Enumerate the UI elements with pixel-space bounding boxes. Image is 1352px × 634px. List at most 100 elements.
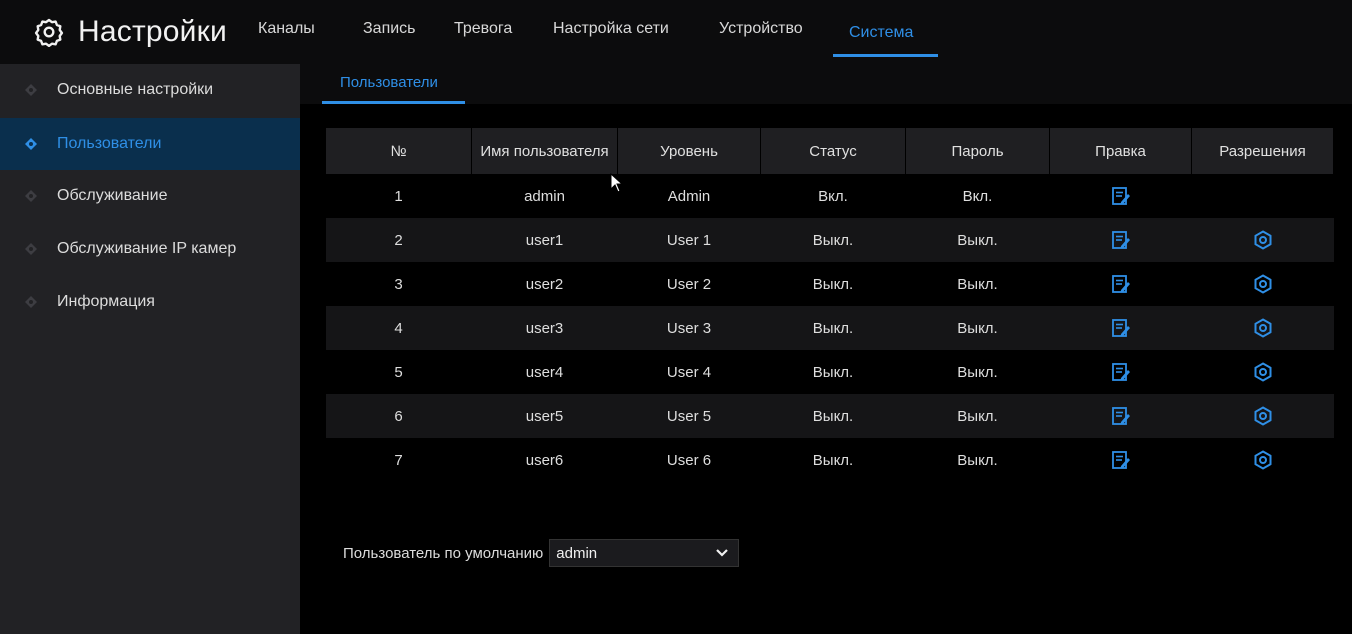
cell-edit [1049, 438, 1192, 482]
cell-permissions [1191, 174, 1334, 218]
permissions-gear-icon[interactable] [1253, 450, 1273, 470]
column-header: Статус [760, 128, 906, 174]
cell-username: user1 [471, 218, 618, 262]
table-row: 4 user3 User 3 Выкл. Выкл. [325, 306, 1334, 350]
cell-username: admin [471, 174, 618, 218]
mouse-pointer-icon [610, 173, 624, 193]
cell-edit [1049, 174, 1192, 218]
cell-level: User 1 [617, 218, 761, 262]
sidebar-item-label: Информация [57, 293, 155, 310]
permissions-gear-icon[interactable] [1253, 274, 1273, 294]
table-row: 7 user6 User 6 Выкл. Выкл. [325, 438, 1334, 482]
table-header-row: № Имя пользователя Уровень Статус Пароль… [325, 128, 1334, 174]
cell-username: user4 [471, 350, 618, 394]
cell-level: User 4 [617, 350, 761, 394]
edit-icon[interactable] [1111, 450, 1131, 470]
table-row: 6 user5 User 5 Выкл. Выкл. [325, 394, 1334, 438]
cell-permissions [1191, 306, 1334, 350]
cell-username: user5 [471, 394, 618, 438]
permissions-gear-icon[interactable] [1253, 362, 1273, 382]
edit-icon[interactable] [1111, 362, 1131, 382]
active-tab-underline [833, 54, 938, 57]
tab-alarm[interactable]: Тревога [454, 20, 512, 38]
sidebar: Основные настройки Пользователи Обслужив… [0, 64, 300, 634]
top-bar: Настройки Каналы Запись Тревога Настройк… [0, 0, 1352, 64]
cell-username: user6 [471, 438, 618, 482]
tab-device[interactable]: Устройство [719, 20, 803, 38]
sidebar-item-label: Основные настройки [57, 81, 214, 98]
cell-edit [1049, 218, 1192, 262]
edit-icon[interactable] [1111, 230, 1131, 250]
default-user-row: Пользователь по умолчанию admin [343, 539, 740, 567]
cell-permissions [1191, 394, 1334, 438]
cell-password: Выкл. [905, 438, 1050, 482]
cell-permissions [1191, 262, 1334, 306]
sidebar-item-label: Обслуживание IP камер [57, 240, 237, 257]
cell-edit [1049, 262, 1192, 306]
diamond-icon [25, 84, 37, 96]
cell-status: Выкл. [760, 438, 906, 482]
cell-username: user2 [471, 262, 618, 306]
default-user-value: admin [556, 544, 598, 562]
edit-icon[interactable] [1111, 318, 1131, 338]
cell-permissions [1191, 438, 1334, 482]
tab-record[interactable]: Запись [363, 20, 416, 38]
cell-level: Admin [617, 174, 761, 218]
cell-status: Выкл. [760, 350, 906, 394]
cell-password: Выкл. [905, 394, 1050, 438]
cell-number: 5 [325, 350, 472, 394]
cell-status: Вкл. [760, 174, 906, 218]
sidebar-item-users[interactable]: Пользователи [0, 118, 300, 170]
sidebar-item-label: Обслуживание [57, 187, 168, 204]
permissions-gear-icon[interactable] [1253, 230, 1273, 250]
cell-permissions [1191, 218, 1334, 262]
cell-level: User 3 [617, 306, 761, 350]
cell-permissions [1191, 350, 1334, 394]
sidebar-item-information[interactable]: Информация [0, 276, 300, 328]
subtab-users[interactable]: Пользователи [340, 74, 438, 91]
tab-network[interactable]: Настройка сети [553, 20, 669, 38]
sidebar-item-ip-camera-maintenance[interactable]: Обслуживание IP камер [0, 223, 300, 275]
cell-password: Выкл. [905, 262, 1050, 306]
cell-number: 7 [325, 438, 472, 482]
sidebar-item-maintenance[interactable]: Обслуживание [0, 170, 300, 222]
cell-password: Выкл. [905, 350, 1050, 394]
cell-password: Выкл. [905, 306, 1050, 350]
default-user-select[interactable]: admin [549, 539, 740, 567]
cell-username: user3 [471, 306, 618, 350]
gear-icon [34, 18, 64, 47]
cell-status: Выкл. [760, 306, 906, 350]
table-row: 5 user4 User 4 Выкл. Выкл. [325, 350, 1334, 394]
page-title: Настройки [78, 15, 227, 48]
cell-edit [1049, 350, 1192, 394]
users-table: № Имя пользователя Уровень Статус Пароль… [325, 128, 1334, 482]
table-row: 2 user1 User 1 Выкл. Выкл. [325, 218, 1334, 262]
cell-password: Выкл. [905, 218, 1050, 262]
cell-status: Выкл. [760, 394, 906, 438]
edit-icon[interactable] [1111, 406, 1131, 426]
tab-system[interactable]: Система [849, 24, 913, 42]
diamond-icon [25, 296, 37, 308]
table-row: 3 user2 User 2 Выкл. Выкл. [325, 262, 1334, 306]
cell-level: User 6 [617, 438, 761, 482]
column-header: Правка [1049, 128, 1192, 174]
sidebar-item-general[interactable]: Основные настройки [0, 64, 300, 116]
permissions-gear-icon[interactable] [1253, 318, 1273, 338]
edit-icon[interactable] [1111, 186, 1131, 206]
cell-number: 3 [325, 262, 472, 306]
permissions-gear-icon[interactable] [1253, 406, 1273, 426]
cell-edit [1049, 394, 1192, 438]
cell-number: 6 [325, 394, 472, 438]
tab-channels[interactable]: Каналы [258, 20, 315, 38]
chevron-down-icon [716, 549, 729, 557]
column-header: Уровень [617, 128, 761, 174]
diamond-icon [25, 190, 37, 202]
cell-level: User 5 [617, 394, 761, 438]
cell-number: 2 [325, 218, 472, 262]
default-user-label: Пользователь по умолчанию [343, 544, 544, 562]
cell-status: Выкл. [760, 262, 906, 306]
diamond-icon [25, 138, 37, 150]
diamond-icon [25, 243, 37, 255]
brand: Настройки [34, 12, 227, 52]
edit-icon[interactable] [1111, 274, 1131, 294]
